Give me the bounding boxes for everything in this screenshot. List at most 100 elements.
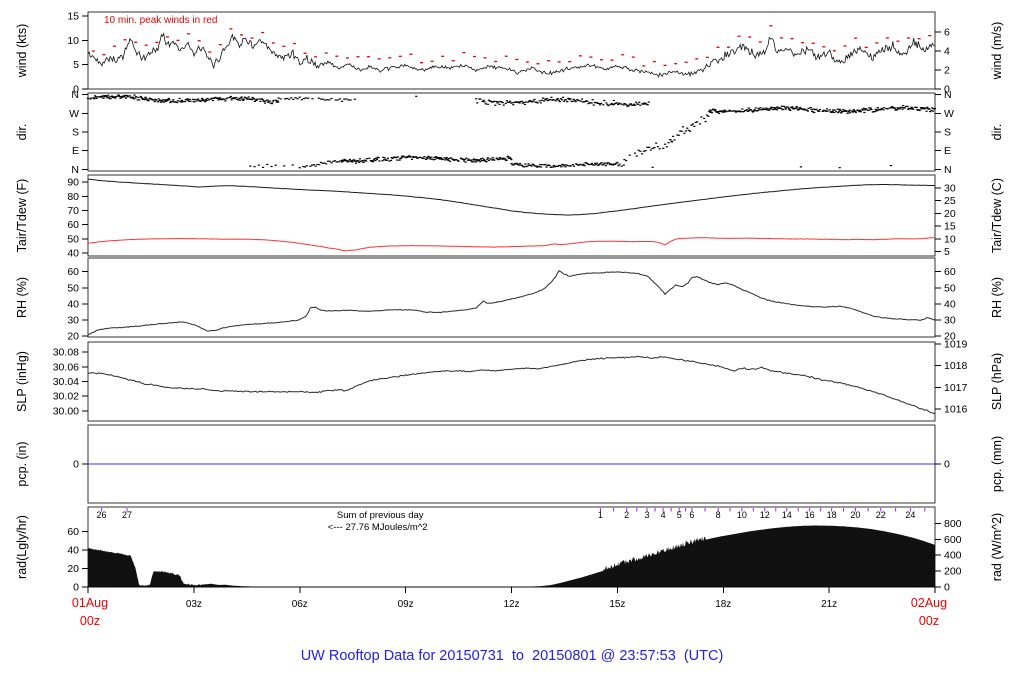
wind-dir-point — [330, 162, 333, 164]
peak-wind-mark — [907, 37, 911, 39]
wind-dir-point — [441, 158, 445, 160]
wind-dir-point — [242, 99, 245, 102]
wind-dir-point — [463, 158, 466, 160]
panel-border-tair — [87, 174, 936, 257]
time-tick-label: 21z — [821, 599, 837, 610]
wind-dir-point — [710, 112, 714, 114]
wind-dir-point — [263, 102, 267, 104]
wind-dir-point — [544, 163, 547, 166]
wind-dir-point — [229, 95, 232, 98]
wind-dir-point — [362, 161, 365, 163]
time-tick-label: 06z — [292, 599, 308, 610]
peak-wind-mark — [769, 25, 773, 27]
wind-dir-point — [590, 162, 594, 165]
wind-dir-point — [423, 156, 426, 158]
wind-dir-point — [472, 161, 475, 163]
wind-dir-point — [501, 102, 504, 104]
peak-wind-mark — [748, 36, 752, 38]
right-tick-label: 800 — [944, 518, 962, 530]
wind-dir-point — [524, 163, 527, 165]
wind-dir-point — [762, 107, 765, 109]
wind-dir-point — [539, 102, 542, 104]
wind-dir-point — [799, 106, 802, 109]
wind-dir-point — [837, 112, 840, 114]
wind-dir-point — [809, 106, 812, 109]
wind-dir-point — [705, 114, 709, 116]
wind-dir-point — [647, 101, 650, 103]
right-tick-label: 20 — [944, 208, 956, 220]
wind-dir-point — [839, 109, 842, 112]
wind-dir-point — [328, 99, 331, 101]
wind-dir-point — [931, 110, 934, 112]
wind-dir-point — [557, 99, 560, 101]
wind-dir-point — [582, 163, 585, 165]
wind-dir-point — [374, 159, 377, 162]
axis-label-left-pcp: pcp. (in) — [15, 441, 29, 486]
wind-dir-point — [670, 140, 673, 142]
left-tick-label: N — [71, 89, 79, 101]
wind-dir-point — [623, 159, 626, 161]
wind-dir-point — [509, 157, 512, 159]
wind-dir-point — [527, 163, 530, 165]
wind-dir-point — [204, 101, 207, 103]
wind-dir-point — [494, 104, 497, 106]
wind-dir-point — [749, 109, 752, 111]
wind-dir-point — [249, 165, 252, 167]
wind-dir-point — [290, 97, 293, 99]
wind-dir-point — [780, 107, 783, 110]
wind-dir-point — [684, 130, 687, 132]
wind-dir-point — [876, 107, 879, 109]
figure-title: UW Rooftop Data for 20150731 to 20150801… — [300, 648, 724, 664]
wind-dir-point — [544, 99, 548, 101]
wind-dir-point — [312, 164, 315, 166]
wind-dir-point — [105, 96, 108, 98]
wind-dir-point — [672, 135, 675, 137]
wind-dir-point — [95, 97, 98, 100]
left-tick-label: 30.02 — [53, 391, 79, 403]
wind-dir-point — [157, 98, 160, 100]
wind-dir-point — [372, 161, 375, 163]
wind-dir-point — [747, 107, 750, 109]
wind-dir-point — [757, 107, 760, 109]
wind-dir-point — [602, 163, 605, 165]
wind-dir-point — [518, 102, 521, 104]
wind-dir-point — [153, 100, 156, 103]
wind-dir-point — [903, 107, 906, 109]
right-tick-label: 30 — [944, 315, 956, 327]
wind-dir-point — [211, 99, 215, 102]
wind-dir-point — [561, 163, 564, 166]
wind-dir-point — [305, 165, 308, 167]
end-date-label: 02Aug — [911, 596, 947, 610]
wind-dir-point — [430, 156, 433, 158]
wind-dir-point — [540, 99, 543, 101]
axis-label-right-pcp: pcp. (mm) — [990, 436, 1004, 492]
wind-dir-point — [134, 97, 137, 99]
wind-dir-point — [230, 99, 233, 101]
peak-wind-mark — [515, 58, 519, 61]
left-tick-label: 80 — [67, 191, 79, 203]
wind-dir-point — [680, 130, 683, 132]
right-tick-label: 4 — [944, 46, 950, 58]
wind-dir-point — [283, 165, 286, 167]
left-tick-label: 30.08 — [53, 347, 79, 359]
wind-dir-point — [634, 101, 638, 103]
wind-dir-point — [631, 104, 635, 106]
wind-dir-point — [537, 166, 541, 168]
wind-dir-point — [558, 101, 561, 103]
wind-dir-point — [298, 167, 301, 169]
wind-dir-point — [457, 160, 460, 162]
wind-dir-point — [573, 100, 576, 102]
wind-dir-point — [510, 163, 513, 165]
wind-dir-point — [807, 107, 810, 109]
wind-dir-point — [251, 96, 254, 99]
peak-wind-mark — [91, 50, 95, 52]
wind-dir-point — [572, 98, 575, 100]
wind-dir-point — [667, 142, 670, 144]
wind-dir-point — [285, 97, 289, 100]
wind-dir-point — [787, 106, 790, 108]
peak-wind-mark — [610, 59, 614, 61]
wind-dir-point — [838, 167, 841, 169]
wind-dir-point — [125, 94, 128, 97]
axis-label-right-rad: rad (W/m^2) — [990, 513, 1004, 581]
left-tick-label: W — [69, 108, 79, 120]
